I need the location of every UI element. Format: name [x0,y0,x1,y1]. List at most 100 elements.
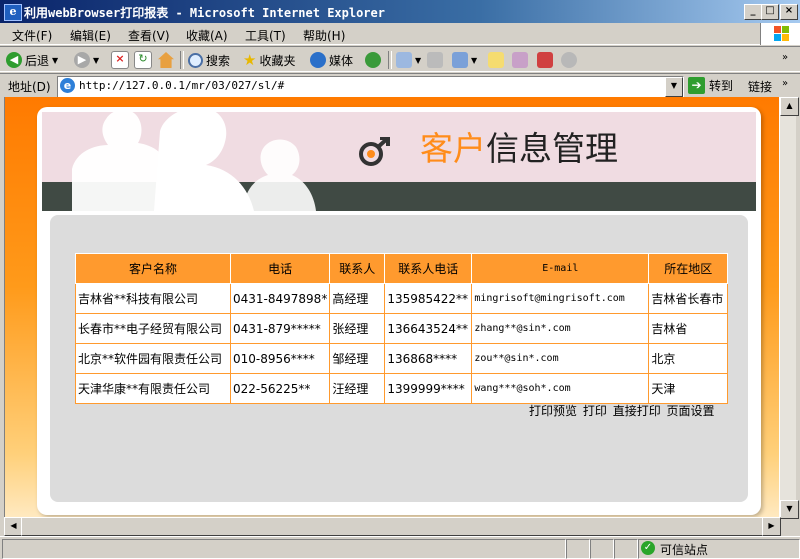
cell-name: 北京**软件园有限责任公司 [75,343,231,374]
scroll-up-icon[interactable]: ▲ [780,97,799,116]
address-url[interactable]: http://127.0.0.1/mr/03/027/sl/# [79,79,284,92]
cell-contact: 张经理 [329,313,386,344]
page-icon: e [60,78,75,93]
cell-contact: 高经理 [329,283,386,314]
status-panel [590,539,614,559]
close-button[interactable]: × [780,4,798,20]
forward-arrow-icon: ▶ [74,52,90,68]
mail-dropdown-icon[interactable]: ▼ [415,56,421,65]
edit-button[interactable]: ▼ [452,50,477,70]
cell-contact: 邹经理 [329,343,386,374]
cell-phone: 010-8956**** [229,343,331,374]
cell-contact-phone: 136643524** [384,313,473,344]
messenger-icon [537,52,553,68]
forward-dropdown-icon[interactable]: ▼ [93,56,99,65]
cell-region: 天津 [648,373,729,404]
menu-bar: 文件(F) 编辑(E) 查看(V) 收藏(A) 工具(T) 帮助(H) [0,23,800,45]
research-icon [512,52,528,68]
back-dropdown-icon[interactable]: ▼ [52,56,58,65]
search-button[interactable]: 搜索 [188,50,230,70]
scroll-right-icon[interactable]: ▶ [762,517,781,536]
menu-tools[interactable]: 工具(T) [245,27,286,44]
content-card: 客户信息管理 客户名称 电话 联系人 联系人电话 E-mail 所在地区 吉林省… [37,107,761,515]
address-input[interactable]: e http://127.0.0.1/mr/03/027/sl/# ▼ [57,76,684,98]
go-arrow-icon: ➔ [688,77,705,94]
search-icon [188,52,203,68]
cell-name: 天津华康**有限责任公司 [75,373,231,404]
search-label: 搜索 [206,53,231,68]
scroll-down-icon[interactable]: ▼ [780,500,799,519]
horizontal-scrollbar[interactable]: ◀ ▶ [4,517,781,536]
cell-region: 吉林省长春市 [648,283,729,314]
links-chevron-icon[interactable]: » [782,78,788,89]
toolbar-separator [388,51,392,69]
maximize-button[interactable]: □ [761,4,779,20]
content-panel: 客户名称 电话 联系人 联系人电话 E-mail 所在地区 吉林省**科技有限公… [50,215,748,502]
cell-contact: 汪经理 [329,373,386,404]
print-preview-link[interactable]: 打印预览 [529,404,577,418]
print-link[interactable]: 打印 [583,404,607,418]
cell-contact-phone: 136868**** [384,343,473,374]
vertical-scrollbar[interactable]: ▲ ▼ [779,97,799,519]
home-button[interactable] [158,50,174,70]
edit-page-icon [452,52,468,68]
table-header-row: 客户名称 电话 联系人 联系人电话 E-mail 所在地区 [75,253,729,284]
cell-email: zou**@sin*.com [471,343,650,374]
page-setup-link[interactable]: 页面设置 [667,404,715,418]
discuss-button[interactable] [488,50,504,70]
media-button[interactable]: 媒体 [310,50,353,70]
toolbar: ◀ 后退 ▼ ▶ ▼ × ↻ 搜索 ★ 收藏夹 媒体 ▼ ▼ » [0,46,800,72]
links-label[interactable]: 链接 [748,78,772,95]
home-icon [158,52,174,68]
menu-edit[interactable]: 编辑(E) [70,27,111,44]
back-button[interactable]: ◀ 后退 ▼ [6,50,58,70]
scroll-thumb[interactable] [21,517,764,536]
minimize-button[interactable]: _ [744,4,762,20]
favorites-button[interactable]: ★ 收藏夹 [243,50,295,70]
toolbar-separator [180,51,184,69]
menu-file[interactable]: 文件(F) [12,27,52,44]
address-dropdown-icon[interactable]: ▼ [665,77,683,97]
cell-phone: 022-56225** [229,373,331,404]
back-arrow-icon: ◀ [6,52,22,68]
status-panel [2,539,566,559]
print-toolbar-button[interactable] [427,50,443,70]
ie-icon: e [4,4,22,21]
toolbar-chevron-icon[interactable]: » [782,52,788,63]
cell-email: zhang**@sin*.com [471,313,650,344]
col-header-region: 所在地区 [648,253,729,284]
cell-phone: 0431-879***** [229,313,331,344]
windows-logo-icon [760,23,800,45]
col-header-contact: 联系人 [329,253,386,284]
stop-icon: × [111,51,129,69]
media-globe-icon [310,52,326,68]
menu-view[interactable]: 查看(V) [128,27,170,44]
history-icon [365,52,381,68]
history-button[interactable] [365,50,381,70]
title-bar: e 利用webBrowser打印报表 - Microsoft Internet … [0,0,800,23]
forward-button[interactable]: ▶ ▼ [74,50,99,70]
table-row: 吉林省**科技有限公司 0431-8497898* 高经理 135985422*… [75,283,729,314]
page-title-rest: 信息管理 [486,129,618,168]
table-row: 天津华康**有限责任公司 022-56225** 汪经理 1399999****… [75,373,729,404]
mail-button[interactable]: ▼ [396,50,421,70]
address-bar: 地址(D) e http://127.0.0.1/mr/03/027/sl/# … [0,73,800,98]
status-bar: ✓ 可信站点 [0,536,800,559]
star-icon: ★ [243,51,257,69]
messenger-button[interactable] [537,50,553,70]
cell-phone: 0431-8497898* [229,283,331,314]
refresh-button[interactable]: ↻ [134,50,152,70]
research-button[interactable] [512,50,528,70]
direct-print-link[interactable]: 直接打印 [613,404,661,418]
male-symbol-icon [359,137,390,166]
extra-button[interactable] [561,50,577,70]
cell-contact-phone: 1399999**** [384,373,473,404]
edit-dropdown-icon[interactable]: ▼ [471,56,477,65]
go-button[interactable]: ➔ 转到 [688,75,733,96]
menu-favorites[interactable]: 收藏(A) [186,27,228,44]
address-label: 地址(D) [8,80,51,94]
col-header-contact-phone: 联系人电话 [384,253,473,284]
window-title: 利用webBrowser打印报表 - Microsoft Internet Ex… [24,6,385,20]
menu-help[interactable]: 帮助(H) [303,27,345,44]
stop-button[interactable]: × [111,50,129,70]
